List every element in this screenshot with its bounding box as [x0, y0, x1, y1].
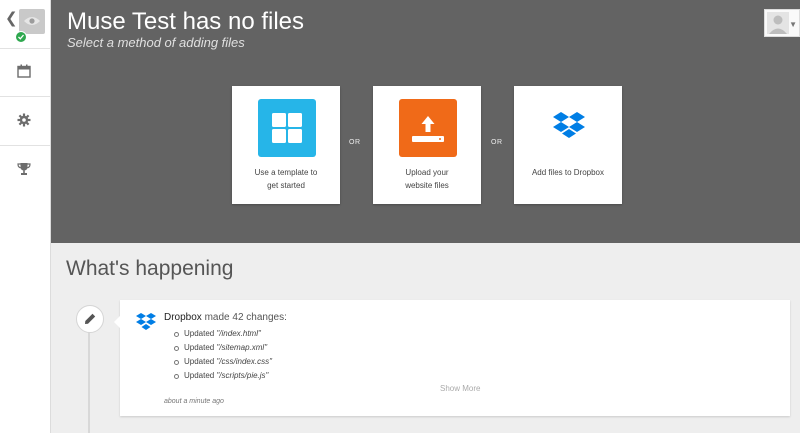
list-item: Updated "/css/index.css" — [174, 355, 272, 369]
pencil-icon — [85, 313, 96, 324]
sidebar-item-calendar[interactable] — [0, 48, 50, 97]
site-switcher[interactable]: ❮ — [0, 0, 50, 49]
chevron-left-icon[interactable]: ❮ — [5, 11, 18, 27]
gear-icon — [17, 113, 31, 127]
activity-source: Dropbox — [164, 312, 202, 323]
timeline-line — [88, 318, 90, 433]
activity-summary: Dropbox made 42 changes: — [164, 311, 287, 325]
eye-icon — [24, 17, 40, 25]
user-avatar-menu[interactable]: ▼ — [764, 9, 800, 37]
trophy-icon — [17, 163, 31, 175]
header: Muse Test has no files Select a method o… — [51, 0, 800, 243]
list-item: Updated "/sitemap.xml" — [174, 341, 272, 355]
show-more-link[interactable]: Show More — [440, 384, 480, 393]
page-subtitle: Select a method of adding files — [67, 35, 245, 50]
activity-event: Dropbox made 42 changes: Updated "/index… — [114, 300, 790, 416]
sidebar: ❮ — [0, 0, 51, 433]
upload-option-label: Upload your website files — [405, 168, 449, 190]
dropbox-option-label: Add files to Dropbox — [531, 168, 605, 177]
sidebar-item-settings[interactable] — [0, 97, 50, 146]
upload-icon — [399, 99, 457, 157]
list-item: Updated "/index.html" — [174, 327, 272, 341]
chevron-down-icon: ▼ — [789, 20, 797, 29]
dropbox-icon — [135, 312, 157, 337]
activity-timestamp: about a minute ago — [164, 398, 224, 405]
or-separator: OR — [491, 139, 503, 146]
activity-summary-text: made 42 changes: — [201, 312, 287, 323]
dropbox-option[interactable]: Add files to Dropbox — [514, 86, 622, 204]
change-list: Updated "/index.html" Updated "/sitemap.… — [174, 327, 272, 383]
template-grid-icon — [258, 99, 316, 157]
upload-files-option[interactable]: Upload your website files — [373, 86, 481, 204]
use-template-option[interactable]: Use a template to get started — [232, 86, 340, 204]
status-check-icon — [15, 31, 27, 43]
template-option-label: Use a template to get started — [254, 168, 318, 190]
dropbox-icon — [540, 99, 598, 157]
list-item: Updated "/scripts/pie.js" — [174, 369, 272, 383]
timeline-badge — [76, 305, 104, 333]
calendar-icon — [17, 64, 31, 78]
activity-section-title: What's happening — [66, 257, 234, 280]
avatar-icon — [767, 12, 789, 34]
or-separator: OR — [349, 139, 361, 146]
page-title: Muse Test has no files — [67, 8, 305, 35]
sidebar-item-achievements[interactable] — [0, 146, 50, 194]
site-thumbnail[interactable] — [19, 9, 45, 34]
